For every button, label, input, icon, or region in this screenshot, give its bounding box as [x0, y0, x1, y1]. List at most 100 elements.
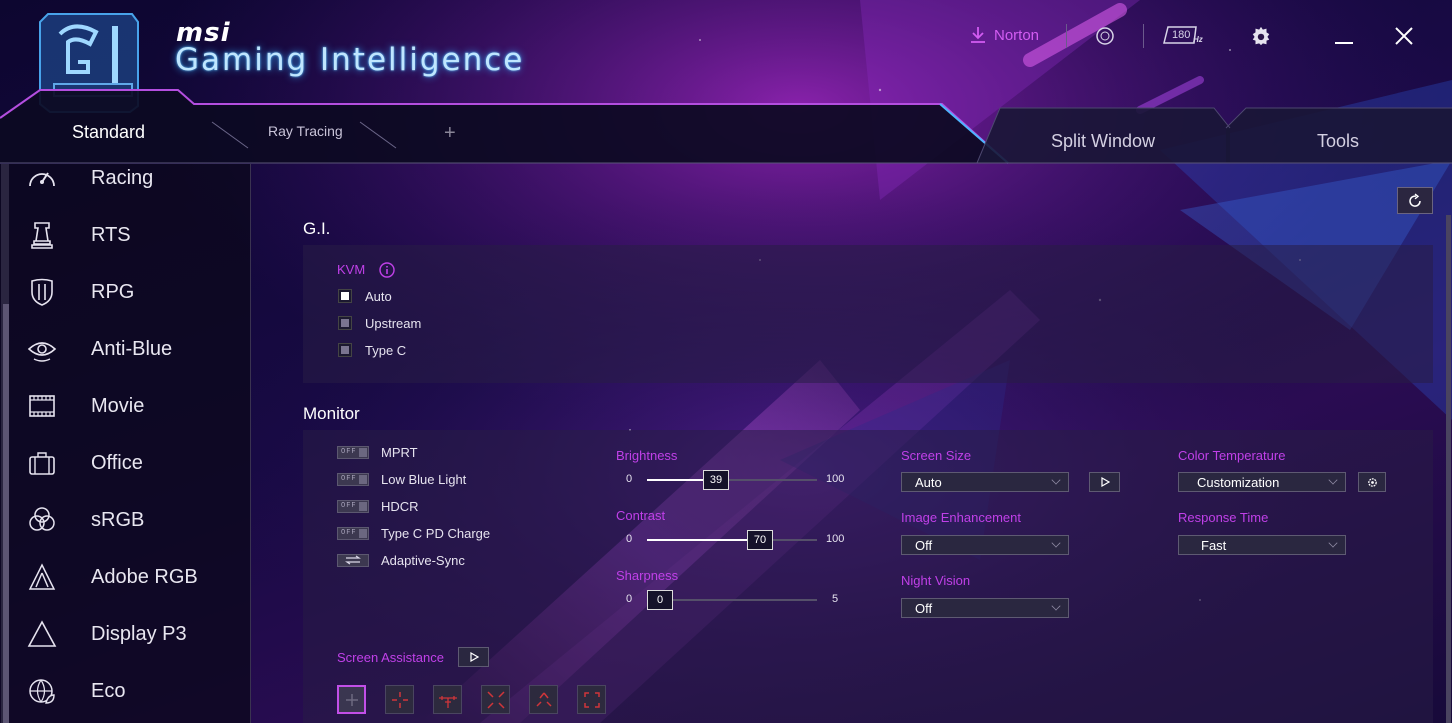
chevron-down-icon	[1328, 538, 1338, 548]
crosshair-option-5[interactable]	[529, 685, 558, 714]
sidebar-item-anti-blue[interactable]: Anti-Blue	[26, 329, 246, 369]
hdcr-label: HDCR	[381, 498, 419, 514]
sidebar-item-label: RPG	[91, 280, 135, 303]
response-time-label: Response Time	[1178, 510, 1269, 525]
kvm-option-auto[interactable]: Auto	[338, 288, 392, 304]
hdcr-row: OFF HDCR	[337, 498, 419, 514]
slider-thumb[interactable]: 0	[647, 590, 673, 610]
tab-tools[interactable]: Tools	[1317, 131, 1359, 152]
sync-arrows-icon	[345, 555, 361, 565]
mprt-toggle[interactable]: OFF	[337, 445, 369, 459]
adaptive-sync-label: Adaptive-Sync	[381, 552, 465, 568]
film-icon	[29, 395, 55, 417]
sidebar-item-label: sRGB	[91, 508, 145, 531]
crosshair-option-1[interactable]	[337, 685, 366, 714]
low-blue-light-toggle[interactable]: OFF	[337, 472, 369, 486]
radio-checkbox[interactable]	[338, 289, 352, 303]
kvm-option-upstream[interactable]: Upstream	[338, 315, 421, 331]
sharpness-slider[interactable]: 0 0 5	[616, 590, 856, 610]
screen-assistance-play-button[interactable]	[458, 647, 489, 667]
dropdown-value: Fast	[1201, 537, 1227, 553]
tab-split-window[interactable]: Split Window	[1051, 131, 1155, 152]
adaptive-sync-button[interactable]	[337, 553, 369, 567]
crosshair-box-icon	[583, 691, 600, 708]
low-blue-light-label: Low Blue Light	[381, 471, 467, 487]
sidebar-item-label: Adobe RGB	[91, 565, 198, 588]
crosshair-option-2[interactable]	[385, 685, 414, 714]
app-header: msi Gaming Intelligence Norton 180 Hz St…	[0, 0, 1452, 164]
night-vision-dropdown[interactable]: Off	[901, 598, 1069, 618]
mprt-row: OFF MPRT	[337, 444, 418, 460]
slider-thumb[interactable]: 39	[703, 470, 729, 490]
kvm-option-label: Upstream	[365, 315, 422, 331]
kvm-option-type-c[interactable]: Type C	[338, 342, 406, 358]
type-c-pd-charge-toggle[interactable]: OFF	[337, 526, 369, 540]
sidebar-item-label: Racing	[91, 166, 154, 189]
color-temperature-settings-button[interactable]	[1358, 472, 1386, 492]
response-time-dropdown[interactable]: Fast	[1178, 535, 1346, 555]
sidebar-item-eco[interactable]: Eco	[26, 671, 246, 711]
radio-checkbox[interactable]	[338, 316, 352, 330]
add-tab-button[interactable]: +	[444, 122, 456, 145]
sidebar-item-display-p3[interactable]: Display P3	[26, 614, 246, 654]
crosshair-option-3[interactable]	[433, 685, 462, 714]
main-scrollbar[interactable]	[1446, 215, 1451, 723]
hdcr-toggle[interactable]: OFF	[337, 499, 369, 513]
sidebar-scroll-thumb[interactable]	[3, 304, 9, 723]
play-icon	[469, 652, 479, 662]
slider-max: 100	[826, 473, 845, 485]
image-enhancement-dropdown[interactable]: Off	[901, 535, 1069, 555]
chess-rook-icon	[31, 222, 53, 249]
night-vision-label: Night Vision	[901, 573, 971, 588]
sidebar-item-label: RTS	[91, 223, 131, 246]
sidebar-item-movie[interactable]: Movie	[26, 386, 246, 426]
screen-size-dropdown[interactable]: Auto	[901, 472, 1069, 492]
crosshair-ticks-icon	[438, 695, 457, 708]
sidebar-item-label: Anti-Blue	[91, 337, 173, 360]
sidebar-item-srgb[interactable]: sRGB	[26, 500, 246, 540]
info-icon	[379, 262, 395, 278]
chevron-down-icon	[1051, 475, 1061, 485]
slider-track[interactable]	[647, 479, 817, 481]
sidebar-scrollbar[interactable]	[1, 164, 9, 723]
brightness-slider[interactable]: 0 39 100	[616, 470, 856, 490]
slider-min: 0	[626, 473, 633, 485]
crosshair-option-4[interactable]	[481, 685, 510, 714]
sidebar-item-office[interactable]: Office	[26, 443, 246, 483]
screen-assistance-label: Screen Assistance	[337, 650, 444, 665]
slider-thumb[interactable]: 70	[747, 530, 773, 550]
crosshair-chevron-icon	[535, 692, 552, 707]
tab-strip	[0, 89, 1452, 164]
speedometer-icon	[29, 172, 55, 187]
sidebar-item-rpg[interactable]: RPG	[26, 272, 246, 312]
sidebar-item-racing[interactable]: Racing	[26, 158, 246, 198]
mprt-label: MPRT	[381, 444, 418, 460]
color-temperature-dropdown[interactable]: Customization	[1178, 472, 1346, 492]
chevron-down-icon	[1328, 475, 1338, 485]
dropdown-value: Auto	[915, 474, 942, 490]
low-blue-light-row: OFF Low Blue Light	[337, 471, 466, 487]
tab-ray-tracing[interactable]: Ray Tracing	[268, 123, 343, 139]
sharpness-label: Sharpness	[616, 568, 679, 583]
kvm-option-label: Type C	[365, 342, 407, 358]
contrast-label: Contrast	[616, 508, 666, 523]
tab-standard[interactable]: Standard	[72, 122, 145, 143]
reset-button[interactable]	[1397, 187, 1433, 214]
sidebar-item-label: Display P3	[91, 622, 187, 645]
image-enhancement-label: Image Enhancement	[901, 510, 1021, 525]
screen-size-play-button[interactable]	[1089, 472, 1120, 492]
slider-min: 0	[626, 593, 633, 605]
crosshair-option-6[interactable]	[577, 685, 606, 714]
radio-checkbox[interactable]	[338, 343, 352, 357]
contrast-slider[interactable]: 0 70 100	[616, 530, 856, 550]
crosshair-diagonal-icon	[486, 690, 505, 709]
adaptive-sync-row: Adaptive-Sync	[337, 552, 465, 568]
sidebar-item-rts[interactable]: RTS	[26, 215, 246, 255]
gi-section-title: G.I.	[303, 219, 331, 238]
sidebar-item-adobe-rgb[interactable]: Adobe RGB	[26, 557, 246, 597]
slider-track[interactable]	[647, 539, 817, 541]
refresh-icon	[1409, 192, 1421, 207]
kvm-info-button[interactable]	[379, 262, 395, 283]
slider-max: 100	[826, 533, 845, 545]
dropdown-value: Customization	[1197, 474, 1280, 490]
